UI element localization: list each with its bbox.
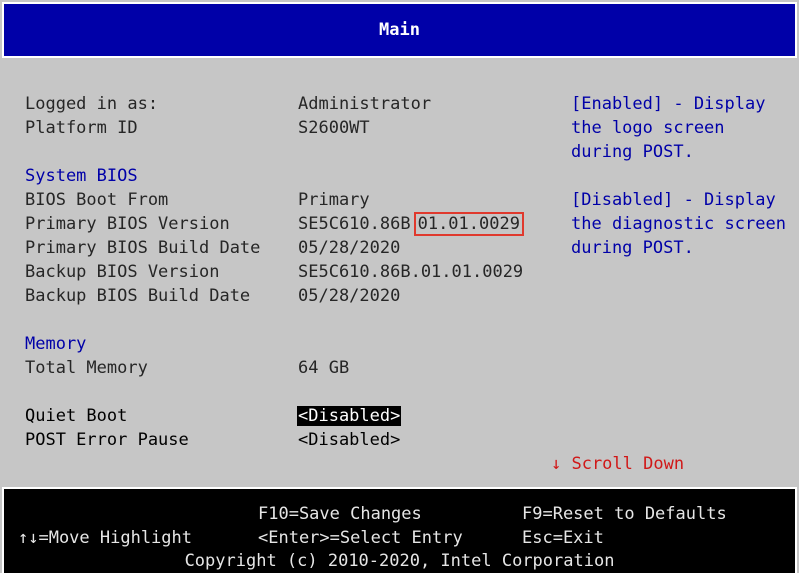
primary-bios-version-highlight: 01.01.0029 [413,212,524,236]
header-panel: Main [2,2,797,58]
post-error-pause-label[interactable]: POST Error Pause [25,430,189,450]
copyright: Copyright (c) 2010-2020, Intel Corporati… [4,551,795,571]
help-line-4: [Disabled] - Display [571,190,776,210]
backup-bios-version-label: Backup BIOS Version [25,262,220,282]
select-entry-hint: <Enter>=Select Entry [258,528,463,548]
move-highlight-hint: ↑↓=Move Highlight [18,528,192,548]
exit-hint: Esc=Exit [522,528,604,548]
logged-in-value: Administrator [298,94,432,114]
bios-boot-from-label: BIOS Boot From [25,190,169,210]
backup-bios-build-date-value: 05/28/2020 [298,286,401,306]
footer-panel: F10=Save Changes F9=Reset to Defaults ↑↓… [2,487,797,573]
scroll-down-hint[interactable]: ↓ Scroll Down [551,454,684,474]
platform-id-label: Platform ID [25,118,138,138]
system-bios-heading: System BIOS [25,166,138,186]
primary-bios-version-value: SE5C610.86B 01.01.0029 [298,212,524,236]
platform-id-value: S2600WT [298,118,370,138]
help-line-2: the logo screen [571,118,725,138]
footer-bar: F10=Save Changes F9=Reset to Defaults ↑↓… [0,485,799,573]
help-line-1: [Enabled] - Display [571,94,766,114]
bios-boot-from-value: Primary [298,190,370,210]
backup-bios-version-value: SE5C610.86B.01.01.0029 [298,262,524,282]
save-changes-hint: F10=Save Changes [258,504,422,524]
help-line-6: during POST. [571,238,694,258]
total-memory-label: Total Memory [25,358,148,378]
page-title: Main [379,20,420,40]
primary-bios-version-prefix: SE5C610.86B [298,214,411,234]
quiet-boot-selector[interactable]: <Disabled> [297,406,402,426]
primary-bios-build-date-label: Primary BIOS Build Date [25,238,261,258]
logged-in-label: Logged in as: [25,94,159,114]
total-memory-value: 64 GB [298,358,350,378]
reset-defaults-hint: F9=Reset to Defaults [522,504,727,524]
backup-bios-build-date-label: Backup BIOS Build Date [25,286,251,306]
quiet-boot-value[interactable]: <Disabled> [297,406,402,426]
post-error-pause-value[interactable]: <Disabled> [298,430,400,450]
header-bar: Main [0,0,799,62]
primary-bios-build-date-value: 05/28/2020 [298,238,401,258]
primary-bios-version-label: Primary BIOS Version [25,214,230,234]
help-line-5: the diagnostic screen [571,214,786,234]
help-line-3: during POST. [571,142,694,162]
copyright-text: Copyright (c) 2010-2020, Intel Corporati… [182,551,617,571]
memory-heading: Memory [25,334,87,354]
quiet-boot-label[interactable]: Quiet Boot [25,406,127,426]
